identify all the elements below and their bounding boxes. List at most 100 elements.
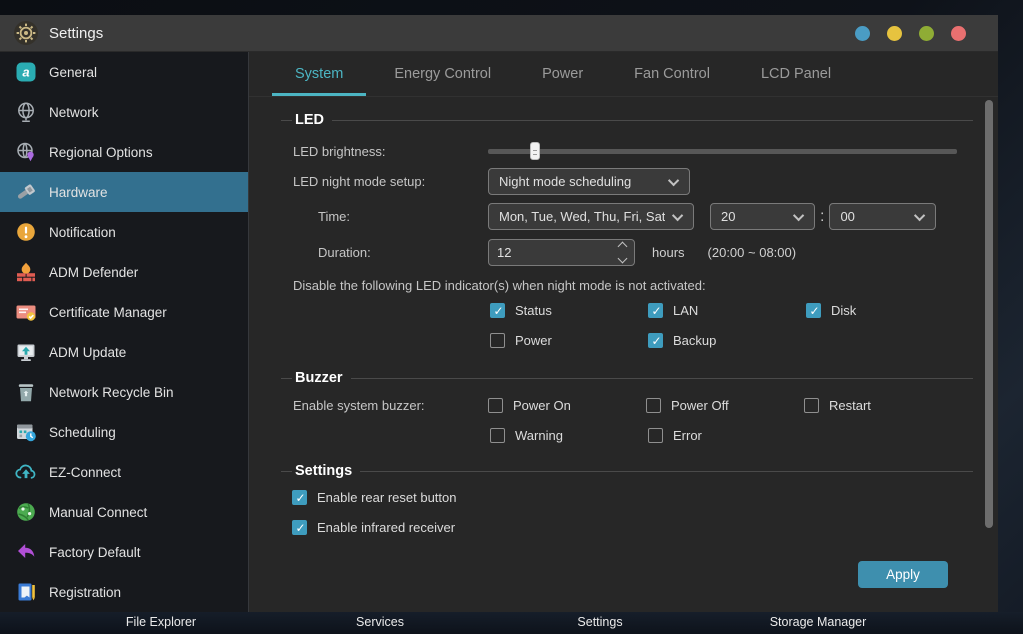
sidebar-item-ez-connect[interactable]: EZ-Connect (0, 452, 248, 492)
tab-lcd-panel[interactable]: LCD Panel (738, 52, 854, 96)
power-off-checkbox[interactable] (646, 398, 661, 413)
checkbox-item-lan[interactable]: LAN (648, 303, 806, 318)
settings-sidebar: a General Network Regional Options Hardw… (0, 52, 249, 612)
firewall-flame-icon (14, 260, 38, 284)
checkbox-item-restart[interactable]: Restart (804, 398, 962, 413)
led-brightness-slider[interactable] (488, 141, 957, 161)
checkbox-item-infrared[interactable]: Enable infrared receiver (292, 520, 998, 535)
led-night-mode-label: LED night mode setup: (293, 174, 488, 189)
tab-fan-control[interactable]: Fan Control (611, 52, 733, 96)
sidebar-item-notification[interactable]: Notification (0, 212, 248, 252)
register-book-icon (14, 580, 38, 604)
checkbox-item-rear-reset[interactable]: Enable rear reset button (292, 490, 998, 505)
days-select[interactable]: Mon, Tue, Wed, Thu, Fri, Sat, (488, 203, 694, 230)
checkbox-item-power-off[interactable]: Power Off (646, 398, 804, 413)
rear-reset-checkbox[interactable] (292, 490, 307, 505)
sidebar-item-general[interactable]: a General (0, 52, 248, 92)
checkbox-item-error[interactable]: Error (648, 428, 806, 443)
slider-handle[interactable] (530, 142, 540, 160)
settings-content: System Energy Control Power Fan Control … (249, 52, 998, 612)
sidebar-item-label: Manual Connect (49, 505, 147, 520)
sidebar-item-registration[interactable]: Registration (0, 572, 248, 612)
infrared-checkbox[interactable] (292, 520, 307, 535)
window-status-dots (855, 26, 966, 41)
duration-stepper[interactable]: 12 (488, 239, 635, 266)
sidebar-item-label: General (49, 65, 97, 80)
warning-checkbox[interactable] (490, 428, 505, 443)
duration-range: (20:00 ~ 08:00) (708, 245, 797, 260)
duration-row: Duration: 12 hours (20:00 ~ 08:00) (249, 239, 998, 266)
error-checkbox[interactable] (648, 428, 663, 443)
sidebar-item-network-recycle-bin[interactable]: Network Recycle Bin (0, 372, 248, 412)
tab-label: Energy Control (394, 66, 491, 82)
title-bar: Settings (0, 15, 998, 52)
sidebar-item-label: Registration (49, 585, 121, 600)
sidebar-item-certificate-manager[interactable]: Certificate Manager (0, 292, 248, 332)
hour-select[interactable]: 20 (710, 203, 815, 230)
spinner-up-icon[interactable] (618, 242, 628, 252)
duration-value: 12 (497, 245, 619, 260)
tab-power[interactable]: Power (519, 52, 606, 96)
sidebar-item-label: EZ-Connect (49, 465, 121, 480)
taskbar-item-storage-manager[interactable]: Storage Manager (770, 615, 867, 629)
restart-checkbox[interactable] (804, 398, 819, 413)
vertical-scrollbar[interactable] (985, 100, 993, 528)
cloud-upload-icon (14, 460, 38, 484)
tab-label: Fan Control (634, 66, 710, 82)
sidebar-item-regional-options[interactable]: Regional Options (0, 132, 248, 172)
settings-section-title: Settings (281, 463, 973, 479)
checkbox-item-power-on[interactable]: Power On (488, 398, 646, 413)
green-dot-icon[interactable] (919, 26, 934, 41)
power-on-checkbox[interactable] (488, 398, 503, 413)
checkbox-item-warning[interactable]: Warning (490, 428, 648, 443)
taskbar-item-settings[interactable]: Settings (577, 615, 622, 629)
checkbox-item-disk[interactable]: Disk (806, 303, 964, 318)
sidebar-item-manual-connect[interactable]: Manual Connect (0, 492, 248, 532)
recycle-bin-icon (14, 380, 38, 404)
buzzer-row-2: Warning Error (490, 428, 998, 443)
sidebar-item-label: ADM Defender (49, 265, 138, 280)
checkbox-label: Power (515, 333, 552, 348)
blue-dot-icon[interactable] (855, 26, 870, 41)
backup-checkbox[interactable] (648, 333, 663, 348)
globe-pin-icon (14, 140, 38, 164)
taskbar-item-file-explorer[interactable]: File Explorer (126, 615, 196, 629)
sidebar-item-scheduling[interactable]: Scheduling (0, 412, 248, 452)
checkbox-label: Error (673, 428, 702, 443)
yellow-dot-icon[interactable] (887, 26, 902, 41)
chevron-down-icon (668, 174, 679, 185)
checkbox-label: Backup (673, 333, 716, 348)
sidebar-item-adm-update[interactable]: ADM Update (0, 332, 248, 372)
checkbox-item-backup[interactable]: Backup (648, 333, 806, 348)
tab-system[interactable]: System (272, 52, 366, 96)
tab-label: LCD Panel (761, 66, 831, 82)
led-brightness-row: LED brightness: (249, 138, 998, 164)
slider-track[interactable] (488, 149, 957, 154)
checkbox-item-status[interactable]: Status (490, 303, 648, 318)
sidebar-item-label: Scheduling (49, 425, 116, 440)
status-checkbox[interactable] (490, 303, 505, 318)
sidebar-item-factory-default[interactable]: Factory Default (0, 532, 248, 572)
sidebar-item-hardware[interactable]: Hardware (0, 172, 248, 212)
red-dot-icon[interactable] (951, 26, 966, 41)
sidebar-item-adm-defender[interactable]: ADM Defender (0, 252, 248, 292)
sidebar-item-label: Hardware (49, 185, 108, 200)
apply-button[interactable]: Apply (858, 561, 948, 588)
checkbox-item-power[interactable]: Power (490, 333, 648, 348)
tab-label: System (295, 66, 343, 82)
tab-energy-control[interactable]: Energy Control (371, 52, 514, 96)
led-brightness-label: LED brightness: (293, 144, 488, 159)
chevron-down-icon (672, 209, 683, 220)
led-indicators-row-1: Status LAN Disk (490, 303, 998, 318)
spinner-down-icon[interactable] (618, 254, 628, 264)
taskbar-item-services[interactable]: Services (356, 615, 404, 629)
minute-select[interactable]: 00 (829, 203, 936, 230)
sidebar-item-label: Regional Options (49, 145, 153, 160)
night-mode-select[interactable]: Night mode scheduling (488, 168, 690, 195)
power-checkbox[interactable] (490, 333, 505, 348)
checkbox-label: Status (515, 303, 552, 318)
lan-checkbox[interactable] (648, 303, 663, 318)
disk-checkbox[interactable] (806, 303, 821, 318)
desktop-taskbar: File Explorer Services Settings Storage … (0, 612, 1023, 634)
sidebar-item-network[interactable]: Network (0, 92, 248, 132)
